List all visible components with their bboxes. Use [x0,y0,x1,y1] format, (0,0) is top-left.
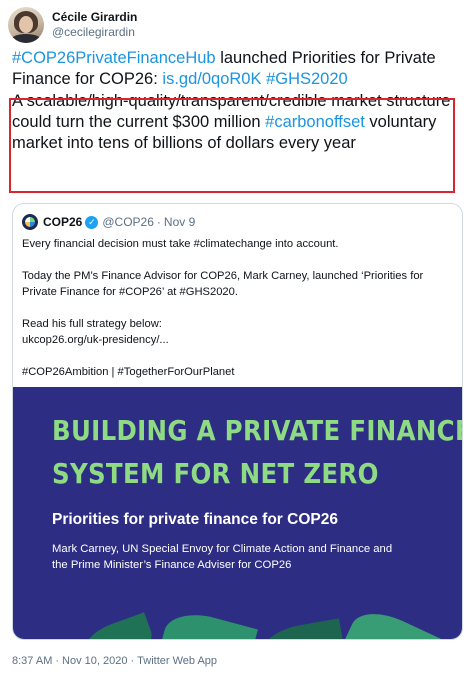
quoted-date: Nov 9 [163,215,196,229]
hashtag-cop26privatefinancehub[interactable]: #COP26PrivateFinanceHub [12,49,216,67]
tweet-date[interactable]: Nov 10, 2020 [62,655,127,667]
banner-subtitle: Priorities for private finance for COP26 [52,511,338,528]
tweet-footer: 8:37 AM · Nov 10, 2020 · Twitter Web App [12,655,218,667]
avatar[interactable] [8,7,44,43]
author-display-name[interactable]: Cécile Girardin [52,10,137,25]
quoted-author-name: COP26 [43,215,83,229]
quoted-author-handle: @COP26 [102,215,154,229]
quoted-tweet-header: COP26 ✓ @COP26 · Nov 9 [22,213,195,231]
quoted-media-banner[interactable]: BUILDING A PRIVATE FINANCE SYSTEM FOR NE… [13,387,463,639]
tweet-header: Cécile Girardin @cecilegirardin [8,6,137,44]
tweet-text: #COP26PrivateFinanceHub launched Priorit… [12,48,460,154]
tweet-intro: #COP26PrivateFinanceHub launched Priorit… [12,48,460,90]
cop26-logo-icon [22,214,38,230]
verified-badge-icon: ✓ [85,215,99,229]
quoted-link-line: ukcop26.org/uk-presidency/... [22,334,169,346]
quoted-tweet[interactable]: COP26 ✓ @COP26 · Nov 9 Every financial d… [12,203,463,640]
banner-credit: Mark Carney, UN Special Envoy for Climat… [52,543,393,571]
short-link[interactable]: is.gd/0qoR0K [162,70,261,88]
quoted-line: Every financial decision must take #clim… [22,238,339,250]
tweet-time[interactable]: 8:37 AM [12,655,52,667]
banner-title: BUILDING A PRIVATE FINANCE SYSTEM FOR NE… [52,414,463,490]
quoted-line: Private Finance for #COP26’ at #GHS2020. [22,286,238,298]
quoted-hashtags-line: #COP26Ambition | #TogetherForOurPlanet [22,366,235,378]
quoted-line: Read his full strategy below: [22,318,162,330]
author-handle[interactable]: @cecilegirardin [52,25,137,40]
quoted-line: Today the PM’s Finance Advisor for COP26… [22,270,424,282]
separator-dot: · [156,215,161,229]
hashtag-carbonoffset[interactable]: #carbonoffset [265,113,365,131]
tweet-source[interactable]: Twitter Web App [137,655,217,667]
tweet-highlighted-text: A scalable/high-quality/transparent/cred… [12,92,451,152]
quoted-body: Every financial decision must take #clim… [22,236,452,380]
author-names: Cécile Girardin @cecilegirardin [52,10,137,40]
hashtag-ghs2020[interactable]: #GHS2020 [266,70,348,88]
